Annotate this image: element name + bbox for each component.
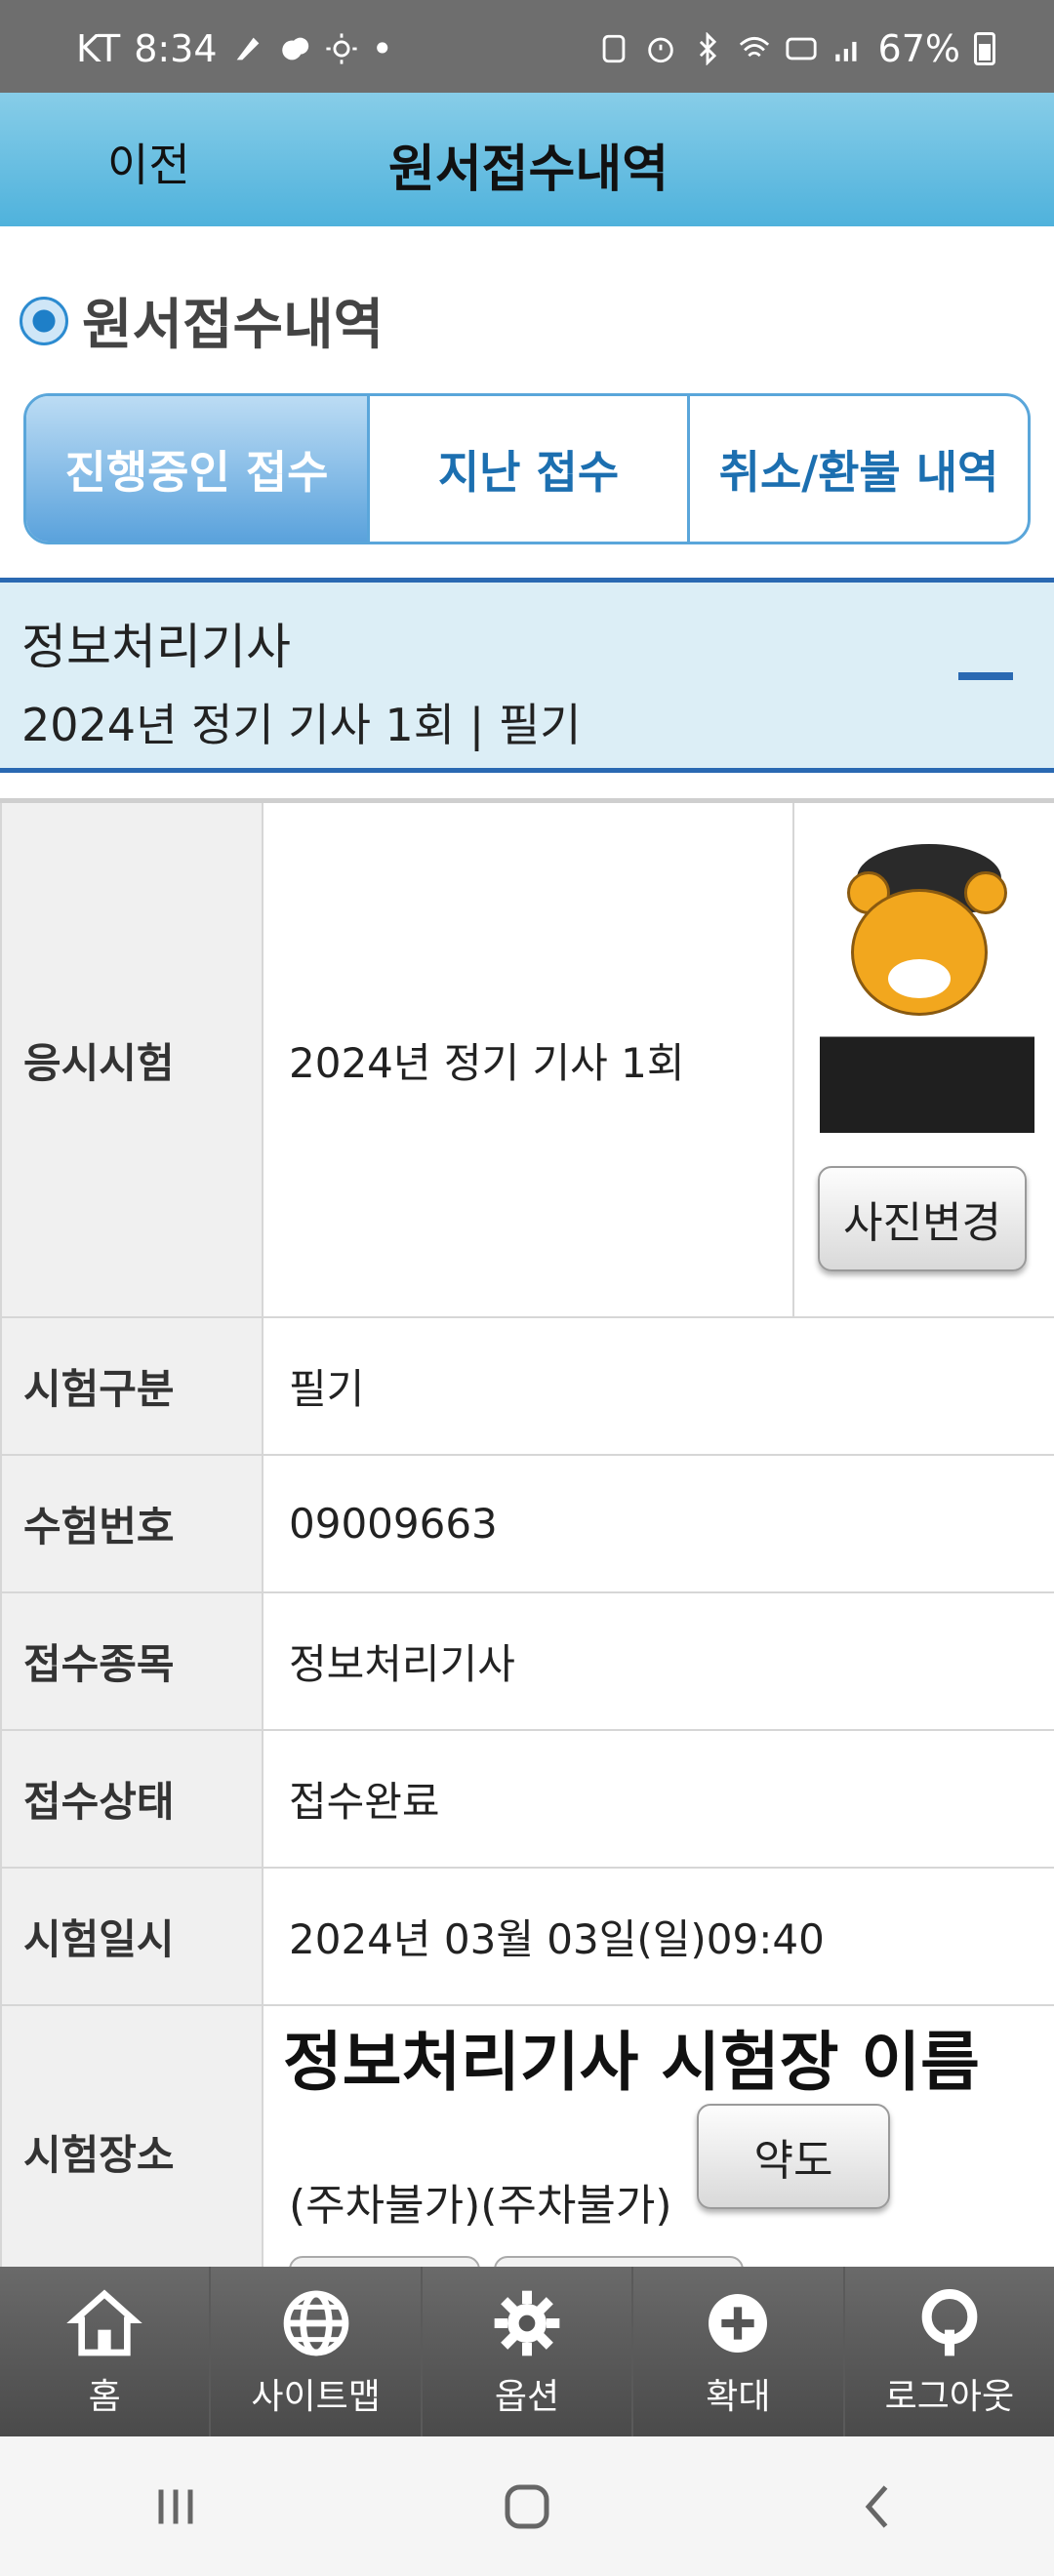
nav-logout-label: 로그아웃	[884, 2377, 1015, 2417]
bullet-icon	[20, 296, 68, 345]
signal-icon	[834, 41, 857, 61]
section-title: 원서접수내역	[20, 281, 384, 360]
table-row: 접수상태 접수완료	[0, 1731, 1054, 1869]
bear-ear-right	[964, 871, 1007, 914]
system-nav	[0, 2436, 1054, 2576]
globe-icon	[283, 2290, 348, 2356]
date-label: 시험일시	[0, 1869, 264, 2004]
nav-sitemap[interactable]: 사이트맵	[211, 2267, 423, 2436]
tab-cancel-refund[interactable]: 취소/환불 내역	[690, 396, 1028, 542]
nav-zoom-label: 확대	[706, 2377, 771, 2417]
status-value: 접수완료	[289, 1778, 440, 1826]
exam-value: 2024년 정기 기사 1회	[289, 1038, 685, 1087]
place-name: 정보처리기사 시험장 이름	[283, 2025, 980, 2100]
place-cell: 정보처리기사 시험장 이름 약도 (주차불가)(주차불가)	[264, 2006, 1054, 2314]
dot-icon: •	[371, 27, 393, 70]
date-value: 2024년 03월 03일(일)09:40	[289, 1915, 825, 1963]
table-row: 응시시험 2024년 정기 기사 1회 사진변경	[0, 803, 1054, 1318]
nav-sitemap-label: 사이트맵	[251, 2377, 381, 2417]
table-row: 시험구분 필기	[0, 1318, 1054, 1456]
type-value: 필기	[289, 1365, 365, 1413]
nav-zoom[interactable]: 확대	[633, 2267, 845, 2436]
photo-cell: 사진변경	[792, 803, 1054, 1316]
recent-apps-icon	[158, 2489, 193, 2523]
tab-ongoing[interactable]: 진행중인 접수	[26, 396, 370, 542]
change-photo-button[interactable]: 사진변경	[818, 1166, 1027, 1271]
wifi-icon	[739, 36, 769, 58]
exam-name: 정보처리기사	[21, 619, 291, 675]
battery-text: 67%	[877, 27, 960, 70]
table-row: 접수종목 정보처리기사	[0, 1593, 1054, 1731]
gear-icon	[494, 2290, 560, 2356]
category-label: 접수종목	[0, 1593, 264, 1729]
map-button[interactable]: 약도	[697, 2104, 890, 2209]
collapse-icon[interactable]	[958, 672, 1013, 680]
cloud-icon	[281, 37, 308, 60]
status-right: 67%	[597, 27, 995, 70]
notification-icon	[236, 37, 259, 60]
bottom-nav: 홈 사이트맵 옵션 확대 로그아웃	[0, 2267, 1054, 2436]
recent-apps-button[interactable]	[137, 2468, 215, 2546]
sun-icon	[325, 33, 357, 64]
section-title-text: 원서접수내역	[82, 294, 385, 357]
back-button[interactable]: 이전	[107, 130, 190, 194]
exam-header[interactable]: 정보처리기사 2024년 정기 기사 1회 | 필기	[0, 578, 1054, 773]
tab-past[interactable]: 지난 접수	[370, 396, 690, 542]
app-header: 이전 원서접수내역	[0, 93, 1054, 226]
battery-icon	[974, 32, 995, 65]
page-title: 원서접수내역	[388, 141, 669, 199]
status-left: KT 8:34 •	[76, 27, 393, 70]
recycle-icon	[602, 34, 625, 63]
number-label: 수험번호	[0, 1456, 264, 1591]
home-system-button[interactable]	[488, 2468, 566, 2546]
alarm-icon	[647, 37, 673, 63]
back-system-button[interactable]	[839, 2468, 917, 2546]
status-bar: KT 8:34 • 67%	[0, 0, 1054, 93]
bear-muzzle	[888, 959, 951, 998]
carrier-text: KT	[76, 27, 121, 70]
home-square-icon	[505, 2484, 549, 2528]
table-row: 수험번호 09009663	[0, 1456, 1054, 1593]
table-row: 시험장소 정보처리기사 시험장 이름 약도 (주차불가)(주차불가)	[0, 2006, 1054, 2314]
info-table: 응시시험 2024년 정기 기사 1회 사진변경 시험구분 필기 수험번호 09…	[0, 798, 1054, 2314]
exam-label: 응시시험	[0, 803, 264, 1316]
home-icon	[66, 2289, 142, 2356]
category-value: 정보처리기사	[289, 1640, 515, 1688]
place-label: 시험장소	[0, 2006, 264, 2297]
back-arrow-icon	[865, 2484, 888, 2528]
hd-icon	[785, 37, 817, 60]
nav-options[interactable]: 옵션	[423, 2267, 634, 2436]
time-text: 8:34	[134, 27, 218, 70]
plus-icon	[709, 2294, 768, 2353]
nav-home[interactable]: 홈	[0, 2267, 212, 2436]
bluetooth-icon	[699, 32, 716, 65]
nav-home-label: 홈	[88, 2377, 121, 2417]
exam-subtitle: 2024년 정기 기사 1회 | 필기	[21, 699, 582, 751]
number-value: 09009663	[289, 1500, 498, 1548]
profile-photo	[820, 832, 1034, 1133]
nav-options-label: 옵션	[494, 2377, 560, 2417]
table-row: 시험일시 2024년 03월 03일(일)09:40	[0, 1869, 1054, 2006]
logout-icon	[921, 2289, 978, 2356]
tab-bar: 진행중인 접수 지난 접수 취소/환불 내역	[23, 393, 1031, 544]
nav-logout[interactable]: 로그아웃	[845, 2267, 1054, 2436]
place-note: (주차불가)(주차불가)	[289, 2181, 672, 2231]
status-label: 접수상태	[0, 1731, 264, 1867]
type-label: 시험구분	[0, 1318, 264, 1454]
